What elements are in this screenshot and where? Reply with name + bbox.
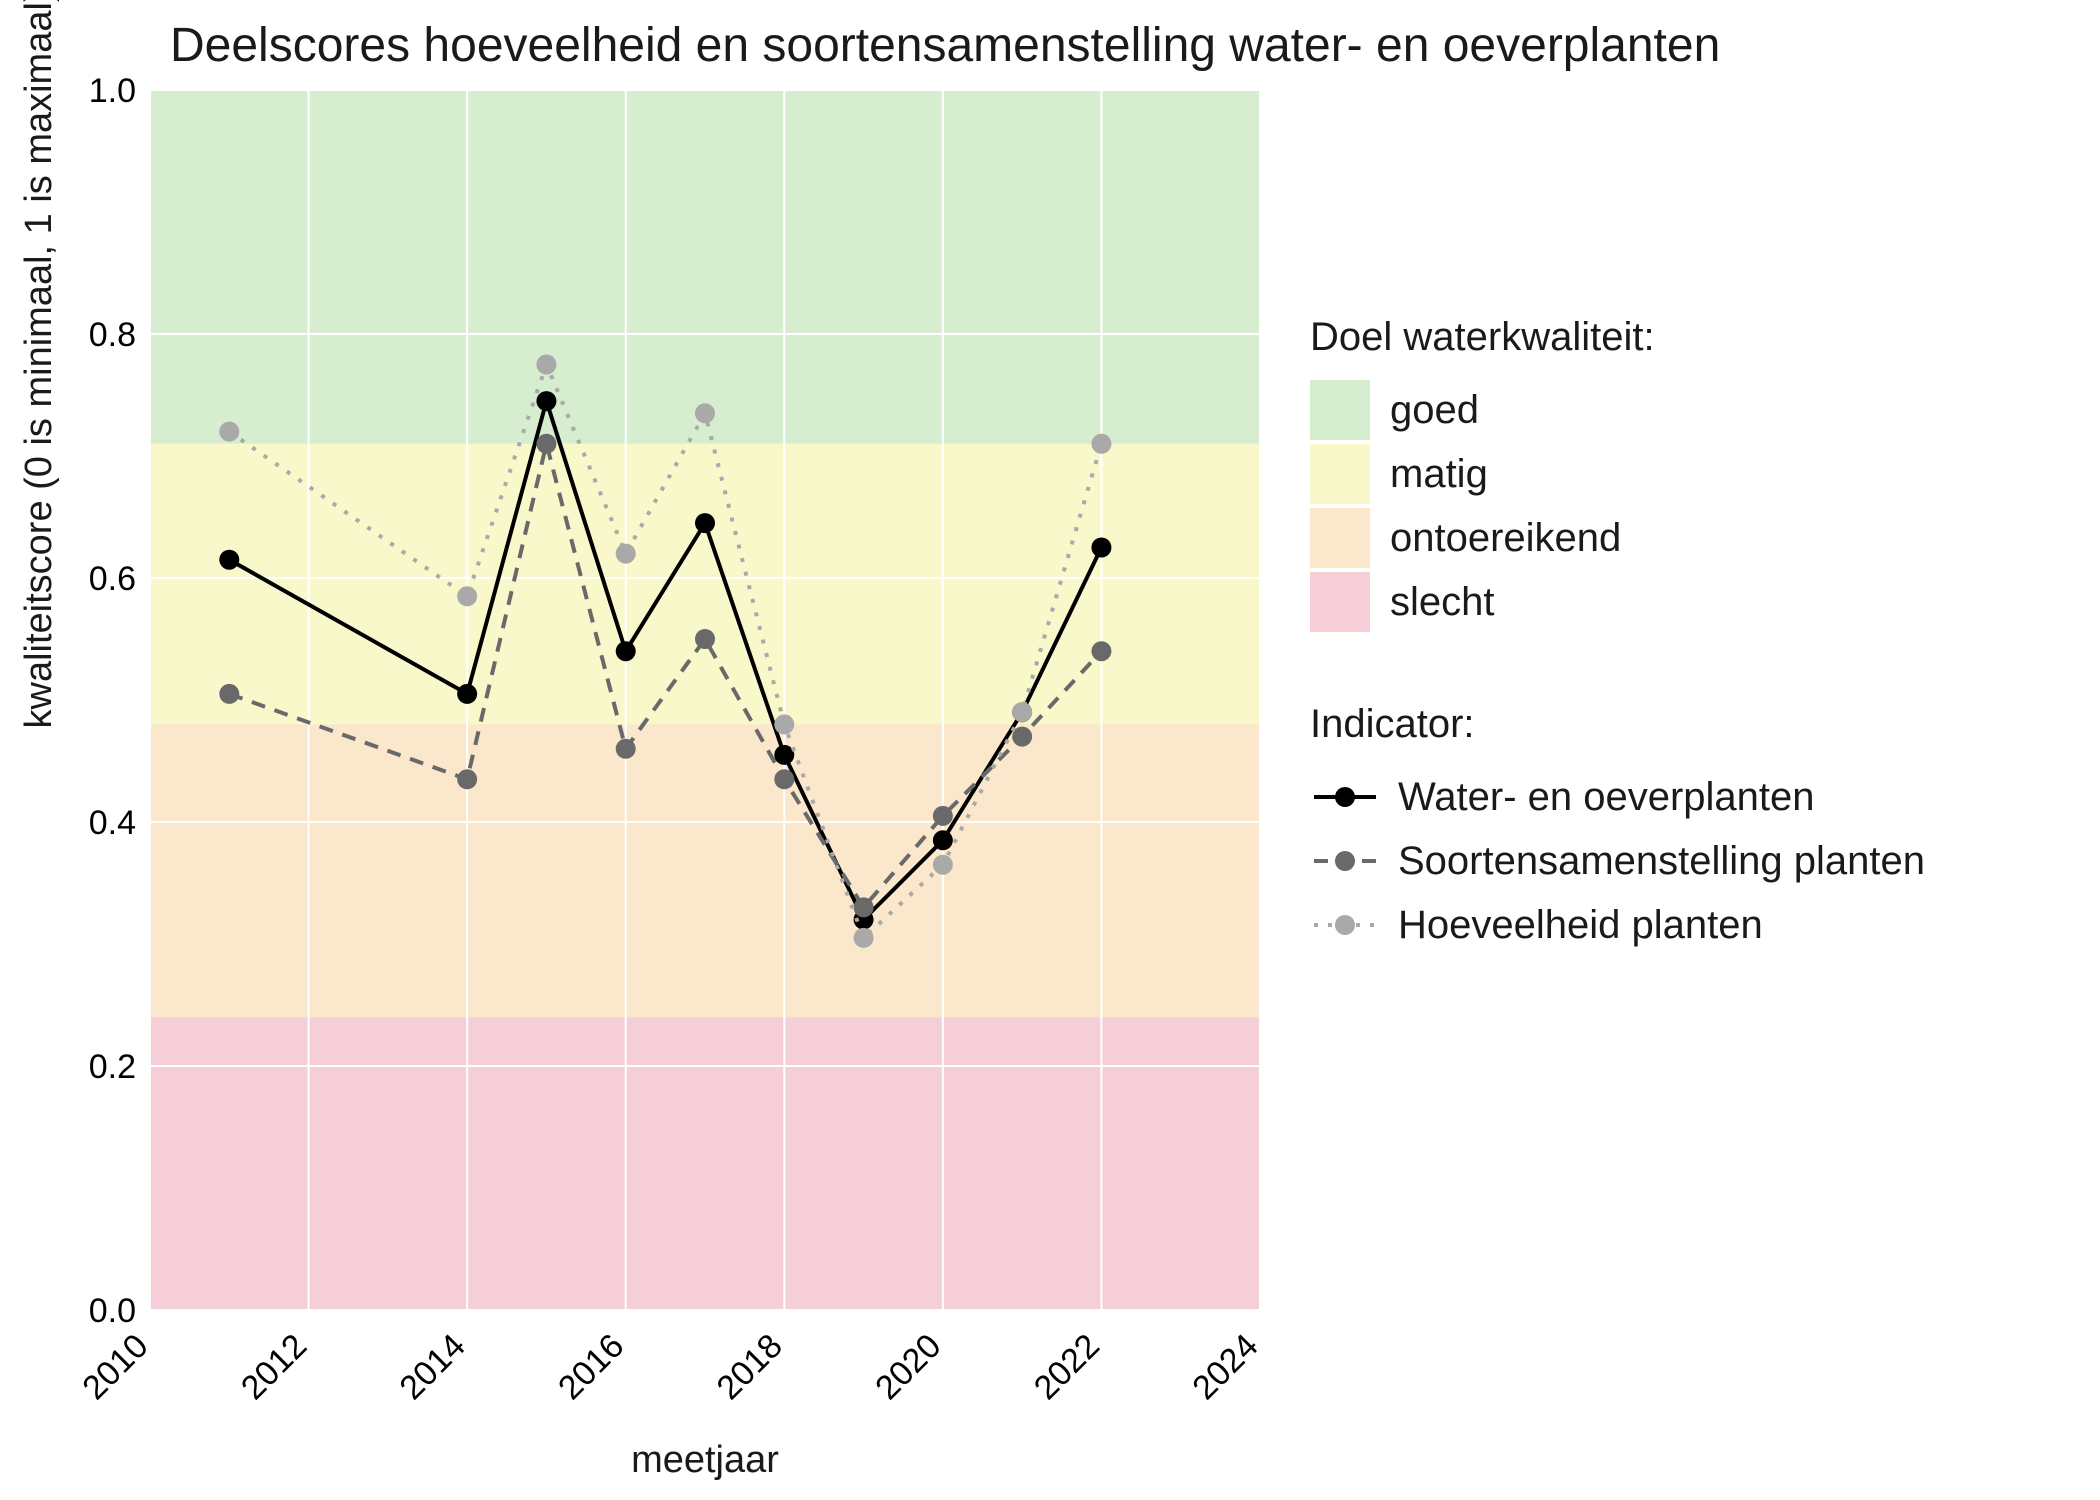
x-axis-label: meetjaar <box>631 1439 779 1482</box>
series-point <box>774 714 794 734</box>
legend-indicators-section: Indicator: Water- en oeverplanten Soorte… <box>1310 702 2050 955</box>
series-point <box>219 422 239 442</box>
legend-indicator-title: Indicator: <box>1310 702 2050 747</box>
series-point <box>536 355 556 375</box>
x-tick-label: 2014 <box>392 1327 472 1407</box>
legend: Doel waterkwaliteit: goed matig ontoereike… <box>1310 315 2050 959</box>
plot-area: 0.00.20.40.60.81.02010201220142016201820… <box>150 90 1260 1310</box>
series-point <box>933 830 953 850</box>
legend-indicator-item: Water- en oeverplanten <box>1310 767 2050 827</box>
legend-indicator-swatch <box>1310 831 1380 891</box>
series-point <box>536 391 556 411</box>
legend-band-item: matig <box>1310 444 2050 504</box>
legend-band-label: ontoereikend <box>1390 516 1621 561</box>
series-point <box>695 629 715 649</box>
y-tick-label: 0.2 <box>89 1048 136 1086</box>
series-point <box>616 544 636 564</box>
legend-swatch <box>1310 508 1370 568</box>
legend-swatch <box>1310 380 1370 440</box>
quality-band <box>150 90 1260 444</box>
x-tick-label: 2010 <box>75 1327 155 1407</box>
series-point <box>219 684 239 704</box>
legend-band-label: matig <box>1390 452 1488 497</box>
series-point <box>1012 702 1032 722</box>
legend-band-label: slecht <box>1390 580 1495 625</box>
legend-indicator-label: Water- en oeverplanten <box>1398 775 1815 820</box>
series-point <box>457 684 477 704</box>
series-point <box>616 739 636 759</box>
series-point <box>1091 641 1111 661</box>
legend-indicator-item: Soortensamenstelling planten <box>1310 831 2050 891</box>
legend-indicator-label: Hoeveelheid planten <box>1398 903 1763 948</box>
series-point <box>695 403 715 423</box>
legend-band-item: ontoereikend <box>1310 508 2050 568</box>
y-tick-label: 0.8 <box>89 316 136 354</box>
legend-indicator-item: Hoeveelheid planten <box>1310 895 2050 955</box>
x-tick-label: 2020 <box>868 1327 948 1407</box>
legend-swatch <box>1310 444 1370 504</box>
x-tick-label: 2016 <box>551 1327 631 1407</box>
legend-band-item: slecht <box>1310 572 2050 632</box>
series-point <box>933 806 953 826</box>
legend-indicator-swatch <box>1310 895 1380 955</box>
chart-svg: 0.00.20.40.60.81.02010201220142016201820… <box>150 90 1260 1310</box>
series-point <box>854 897 874 917</box>
series-point <box>1091 434 1111 454</box>
series-point <box>933 855 953 875</box>
y-tick-label: 1.0 <box>89 72 136 110</box>
series-point <box>774 769 794 789</box>
quality-band <box>150 1017 1260 1310</box>
legend-swatch <box>1310 572 1370 632</box>
x-tick-label: 2022 <box>1027 1327 1107 1407</box>
series-point <box>1091 538 1111 558</box>
x-tick-label: 2012 <box>234 1327 314 1407</box>
x-tick-label: 2018 <box>710 1327 790 1407</box>
legend-bands-title: Doel waterkwaliteit: <box>1310 315 2050 360</box>
series-point <box>616 641 636 661</box>
series-point <box>457 769 477 789</box>
legend-indicator-swatch <box>1310 767 1380 827</box>
y-tick-label: 0.0 <box>89 1292 136 1330</box>
figure: Deelscores hoeveelheid en soortensamenst… <box>0 0 2100 1500</box>
series-point <box>854 928 874 948</box>
x-tick-label: 2024 <box>1185 1327 1265 1407</box>
y-tick-label: 0.4 <box>89 804 136 842</box>
y-axis-label: kwaliteitscore (0 is minimaal, 1 is maxi… <box>18 0 61 729</box>
legend-band-item: goed <box>1310 380 2050 440</box>
series-point <box>695 513 715 533</box>
y-tick-label: 0.6 <box>89 560 136 598</box>
series-point <box>219 550 239 570</box>
legend-bands-section: Doel waterkwaliteit: goed matig ontoereike… <box>1310 315 2050 632</box>
series-point <box>536 434 556 454</box>
quality-band <box>150 444 1260 725</box>
chart-title: Deelscores hoeveelheid en soortensamenst… <box>170 18 1720 73</box>
series-point <box>457 586 477 606</box>
legend-band-label: goed <box>1390 388 1479 433</box>
legend-indicator-label: Soortensamenstelling planten <box>1398 839 1925 884</box>
quality-band <box>150 724 1260 1017</box>
